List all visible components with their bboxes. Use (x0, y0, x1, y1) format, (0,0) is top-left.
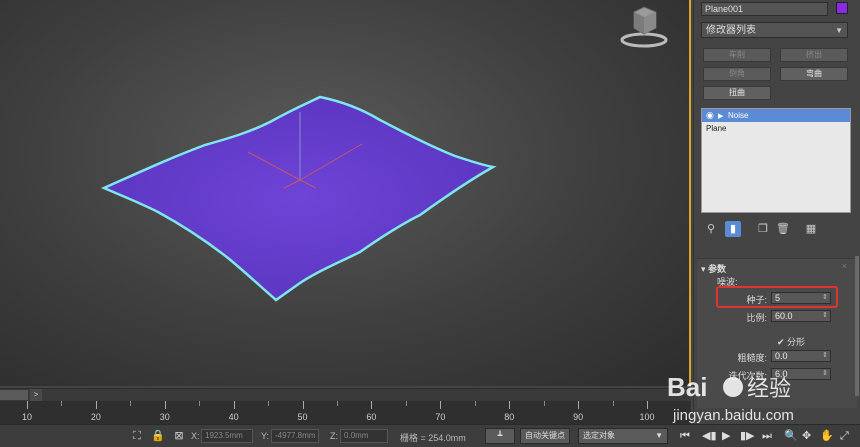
ruler-tick (199, 401, 201, 406)
ruler-tick (509, 401, 511, 409)
rollout-title[interactable]: ▾ 参数 (701, 262, 726, 275)
ruler-tick (474, 401, 476, 406)
extrude-button[interactable]: 挤出 (780, 48, 848, 62)
zoom-icon[interactable]: 🔍 (784, 429, 798, 443)
time-slider[interactable]: > (0, 388, 691, 401)
stack-tools: ⚲ ▮ ❐ 🗑 ▦ (703, 221, 851, 239)
panel-scrollbar[interactable] (855, 256, 859, 396)
fractal-checkbox[interactable]: ✔ 分形 (777, 335, 805, 348)
go-to-end-icon[interactable]: ⏭ (762, 429, 772, 443)
pin-stack-icon[interactable]: ⚲ (703, 221, 719, 237)
viewport-scene (100, 95, 497, 302)
iterations-label: 迭代次数: (728, 371, 767, 381)
set-key-button[interactable]: ┻ (485, 428, 515, 444)
ruler-tick (337, 401, 338, 406)
roughness-spinner[interactable]: 0.0 ⇕ (771, 350, 831, 362)
status-bar: ⛶ 🔒 ⊠ X: 1923.5mm Y: -4977.8mm Z: 0.0mm … (0, 424, 860, 447)
go-to-start-icon[interactable]: ⏮ (680, 429, 690, 443)
show-end-result-icon[interactable]: ▮ (725, 221, 741, 237)
ruler-frame-label: 100 (639, 412, 655, 422)
track-bar[interactable]: 10 20 30 40 50 60 70 80 90 100 (0, 401, 691, 424)
ruler-tick (543, 401, 545, 406)
ruler-tick (268, 401, 270, 406)
field-of-view-icon[interactable]: ✥ (802, 429, 811, 443)
lock-icon[interactable]: 🔒 (151, 429, 165, 443)
perspective-viewport[interactable] (0, 0, 691, 386)
ruler-tick (405, 401, 407, 406)
ruler-frame-label: 50 (297, 412, 308, 422)
ruler-frame-label: 10 (21, 412, 33, 422)
time-slider-knob[interactable] (0, 390, 28, 400)
ruler-tick (371, 401, 373, 409)
seed-label: 种子: (746, 295, 767, 305)
ruler-frame-label: 20 (90, 412, 101, 422)
lathe-button[interactable]: 车削 (703, 48, 771, 62)
y-label: Y: (261, 431, 270, 441)
make-unique-icon[interactable]: ❐ (755, 221, 771, 237)
ruler-tick (440, 401, 442, 409)
roughness-label: 粗糙度: (737, 353, 767, 363)
ruler-tick (233, 401, 235, 409)
trash-icon[interactable]: 🗑 (775, 221, 791, 237)
chevron-down-icon: ▼ (655, 431, 663, 440)
play-icon[interactable]: ▶ (722, 429, 730, 443)
x-coordinate-field[interactable]: 1923.5mm (201, 429, 253, 443)
seed-spinner[interactable]: 5 ⇕ (771, 292, 831, 304)
ruler-tick (612, 401, 614, 406)
eye-icon[interactable]: ◉ (706, 109, 718, 122)
iterations-spinner[interactable]: 6.0 ⇕ (771, 368, 831, 380)
spinner-arrows-icon[interactable]: ⇕ (822, 311, 828, 321)
spinner-arrows-icon[interactable]: ⇕ (822, 351, 828, 361)
scale-label: 比例: (746, 313, 767, 323)
twist-button[interactable]: 扭曲 (703, 86, 771, 100)
ruler-tick (578, 401, 580, 409)
modifier-list-label: 修改器列表 (706, 25, 756, 36)
y-coordinate-field[interactable]: -4977.8mm (271, 429, 319, 443)
stack-item-noise[interactable]: ◉ ▶ Noise (702, 109, 850, 122)
z-coordinate-field[interactable]: 0.0mm (340, 429, 388, 443)
ruler-frame-label: 80 (504, 412, 515, 422)
modifier-stack: ◉ ▶ Noise Plane (701, 108, 851, 213)
grid-size-readout: 栅格 = 254.0mm (400, 433, 466, 443)
pan-icon[interactable]: ✋ (820, 429, 834, 443)
command-panel: Plane001 修改器列表 ▼ 车削 挤出 倒角 弯曲 扭曲 ◉ ▶ Noise … (693, 0, 860, 447)
ruler-tick (647, 401, 648, 409)
ruler-tick (95, 401, 97, 409)
scale-spinner[interactable]: 60.0 ⇕ (771, 310, 831, 322)
previous-frame-icon[interactable]: ◀▮ (702, 429, 717, 443)
ruler-tick (130, 401, 132, 406)
next-frame-button[interactable]: > (30, 389, 42, 401)
ruler-frame-label: 30 (159, 412, 170, 422)
auto-key-button[interactable]: 自动关键点 (520, 428, 570, 444)
rollout-close-icon[interactable]: × (842, 261, 847, 271)
maximize-viewport-icon[interactable]: ⤢ (840, 429, 849, 443)
spinner-arrows-icon[interactable]: ⇕ (822, 369, 828, 379)
x-label: X: (191, 431, 200, 441)
absolute-mode-icon[interactable]: ⊠ (172, 429, 186, 443)
object-color-swatch[interactable] (836, 2, 848, 14)
next-frame-icon[interactable]: ▮▶ (740, 429, 755, 443)
object-name-field[interactable]: Plane001 (701, 2, 828, 16)
ruler-tick (27, 401, 28, 409)
bend-button[interactable]: 弯曲 (780, 67, 848, 81)
viewcube[interactable] (616, 2, 672, 48)
z-label: Z: (330, 431, 338, 441)
selection-lock-icon[interactable]: ⛶ (130, 429, 144, 443)
key-filter-dropdown[interactable]: 选定对象 ▼ (578, 428, 668, 444)
stack-item-plane[interactable]: Plane (702, 122, 850, 135)
ruler-frame-label: 60 (366, 412, 377, 422)
ruler-tick (61, 401, 63, 406)
chevron-down-icon: ▼ (835, 26, 843, 35)
modifier-list-dropdown[interactable]: 修改器列表 ▼ (701, 22, 848, 38)
configure-sets-icon[interactable]: ▦ (803, 221, 819, 237)
ruler-frame-label: 70 (435, 412, 446, 422)
spinner-arrows-icon[interactable]: ⇕ (822, 293, 828, 303)
noise-plane[interactable] (100, 95, 497, 302)
ruler-tick (164, 401, 166, 409)
ruler-frame-label: 40 (228, 412, 239, 422)
bevel-button[interactable]: 倒角 (703, 67, 771, 81)
parameters-rollout: ▾ 参数 × 噪波: 种子: 5 ⇕ 比例: 60.0 ⇕ ✔ 分形 粗糙度: 0.… (697, 258, 857, 408)
ruler-frame-label: 90 (573, 412, 584, 422)
ruler-tick (302, 401, 304, 409)
